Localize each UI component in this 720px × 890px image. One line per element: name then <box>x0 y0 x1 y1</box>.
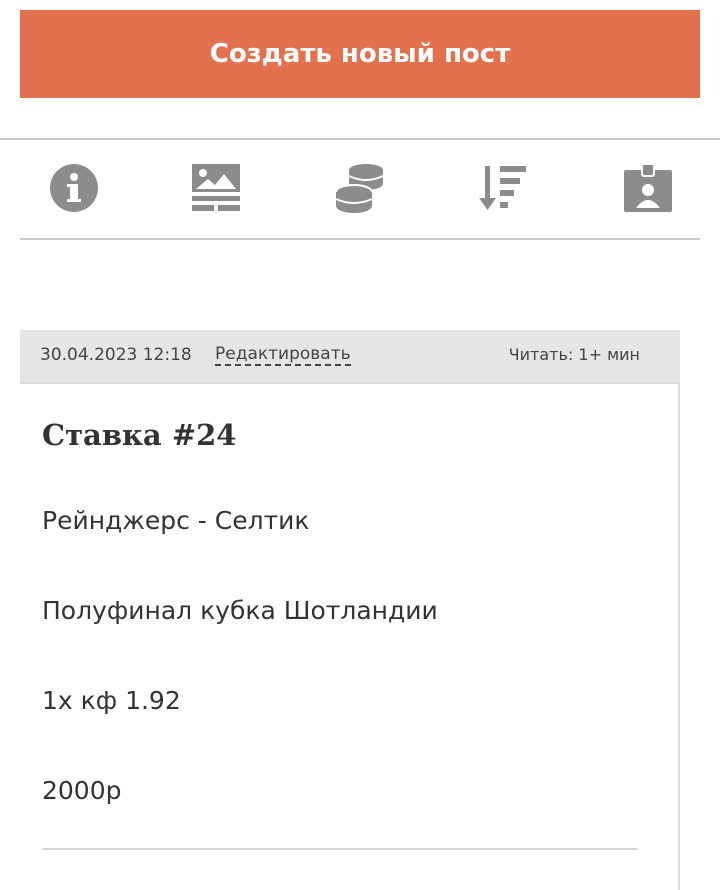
post-line-event: Полуфинал кубка Шотландии <box>42 596 438 625</box>
post-line-odds: 1х кф 1.92 <box>42 686 181 715</box>
info-icon[interactable] <box>48 162 100 214</box>
image-gallery-icon[interactable] <box>190 162 242 214</box>
post-toolbar <box>20 140 700 240</box>
coins-icon[interactable] <box>334 162 386 214</box>
post-card-header: 30.04.2023 12:18 Редактировать Читать: 1… <box>20 330 680 384</box>
sort-descending-icon[interactable] <box>476 162 528 214</box>
post-line-match: Рейнджерс - Селтик <box>42 506 310 535</box>
edit-link[interactable]: Редактировать <box>215 344 351 366</box>
post-card: 30.04.2023 12:18 Редактировать Читать: 1… <box>20 330 680 890</box>
post-date: 30.04.2023 12:18 <box>40 345 192 365</box>
read-time: Читать: 1+ мин <box>508 345 640 364</box>
post-divider <box>42 848 638 850</box>
badge-icon[interactable] <box>622 162 674 214</box>
post-line-stake: 2000р <box>42 776 122 805</box>
create-post-button[interactable]: Создать новый пост <box>20 10 700 98</box>
post-title: Ставка #24 <box>42 418 237 452</box>
